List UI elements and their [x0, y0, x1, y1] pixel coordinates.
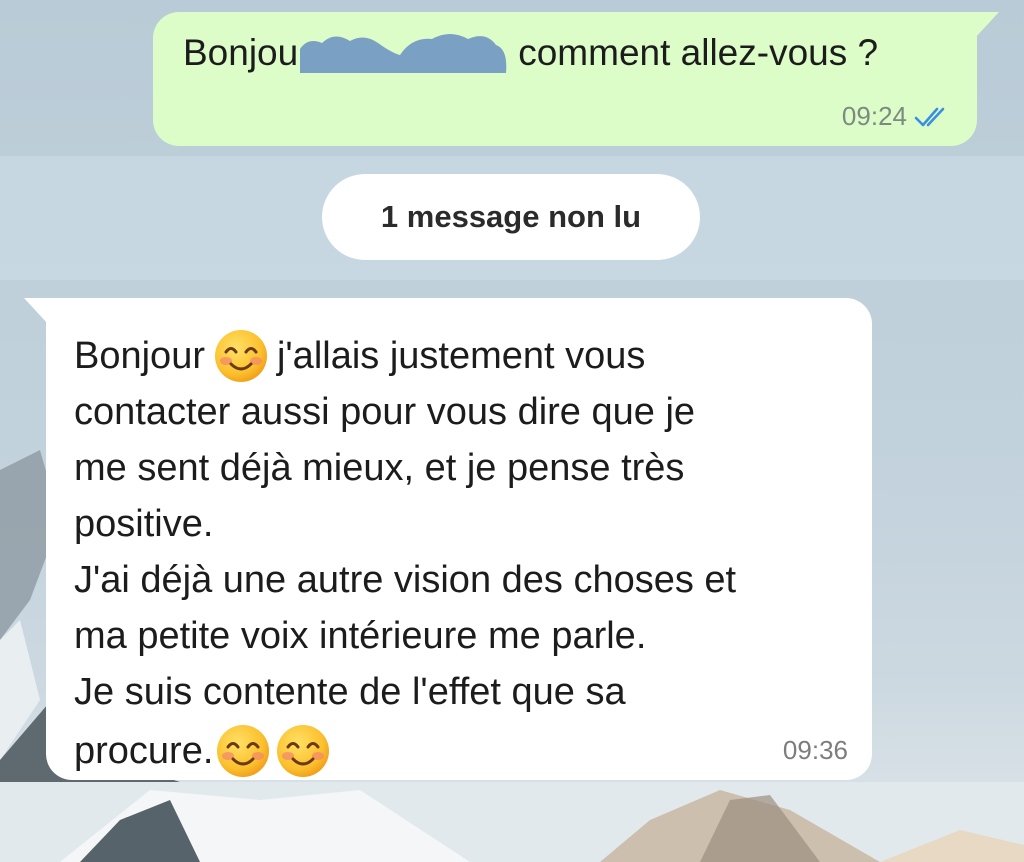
- message-line-text: J'ai déjà une autre vision des choses et: [74, 559, 737, 601]
- message-line: Bonjour j'allais justement vous: [74, 328, 854, 384]
- message-line-text: ma petite voix intérieure me parle.: [74, 615, 647, 657]
- message-timestamp: 09:24: [841, 101, 907, 131]
- outgoing-message-bubble[interactable]: Bonjou comment allez-vous ? 09:24: [153, 12, 999, 146]
- message-line-text: Bonjour: [74, 335, 205, 377]
- message-line: me sent déjà mieux, et je pense très: [74, 440, 854, 496]
- smiling-face-with-smiling-eyes-icon: [217, 725, 270, 777]
- message-line-text: contacter aussi pour vous dire que je: [74, 391, 696, 433]
- message-line-text: me sent déjà mieux, et je pense très: [74, 447, 685, 489]
- smiling-face-with-smiling-eyes-icon: [214, 330, 267, 382]
- outgoing-text-end: comment allez-vous ?: [518, 32, 879, 73]
- message-line: Je suis contente de l'effet que sa: [74, 664, 854, 720]
- bubble-tail: [24, 298, 48, 324]
- message-line-text: positive.: [74, 503, 214, 545]
- redaction-mark: [300, 33, 508, 73]
- message-line: J'ai déjà une autre vision des choses et: [74, 552, 854, 608]
- message-line-text: j'allais justement vous: [276, 335, 646, 377]
- bubble-tail: [975, 12, 999, 38]
- message-line-text: procure.: [74, 730, 214, 772]
- smiling-face-with-smiling-eyes-icon: [277, 725, 330, 777]
- message-line: ma petite voix intérieure me parle.: [74, 608, 854, 664]
- message-timestamp: 09:36: [782, 735, 848, 765]
- message-line: positive.: [74, 496, 854, 552]
- outgoing-message-meta: 09:24: [842, 101, 953, 132]
- message-line-text: Je suis contente de l'effet que sa: [74, 671, 626, 713]
- incoming-message-text: Bonjour j'allais justement vous contacte…: [74, 328, 854, 782]
- message-line: contacter aussi pour vous dire que je: [74, 384, 854, 440]
- incoming-message-bubble[interactable]: Bonjour j'allais justement vous contacte…: [24, 298, 872, 782]
- unread-messages-banner: 1 message non lu: [322, 174, 700, 260]
- unread-messages-label: 1 message non lu: [380, 199, 642, 234]
- outgoing-text-start: Bonjou: [183, 32, 299, 73]
- outgoing-message-text: Bonjou comment allez-vous ?: [183, 32, 878, 74]
- double-check-read-icon: [913, 104, 953, 130]
- message-line: procure.: [74, 720, 854, 782]
